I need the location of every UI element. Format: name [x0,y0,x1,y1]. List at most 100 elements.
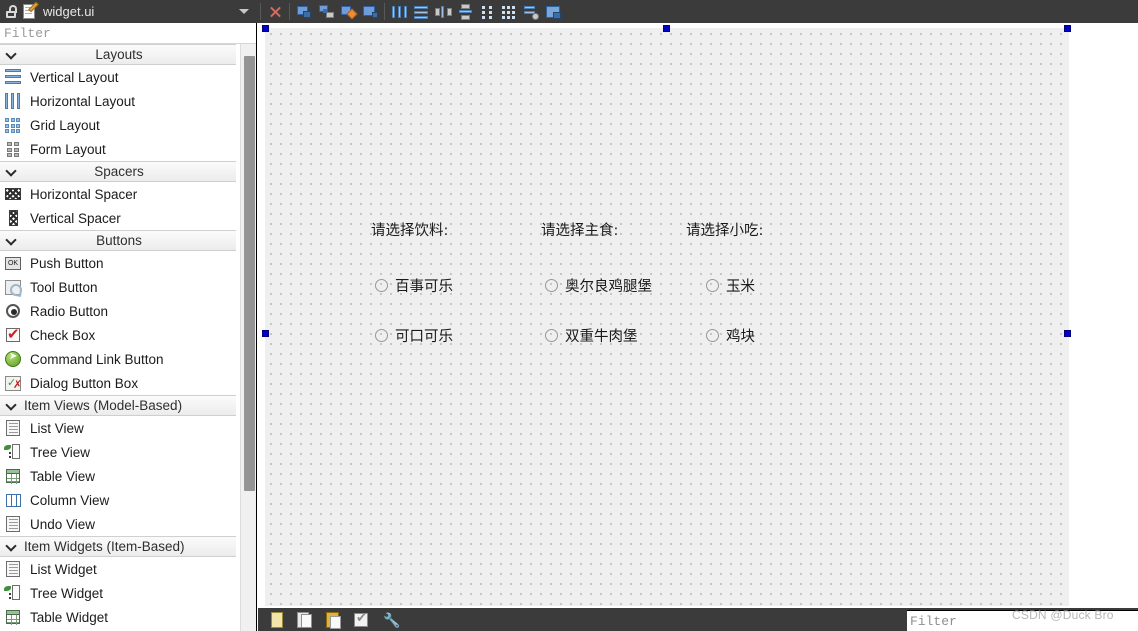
layout-splitter-vertical-button[interactable] [454,1,476,22]
edit-signals-slots-button[interactable] [315,1,337,22]
horizontal-layout-icon [4,92,22,110]
dialog-button-box-icon: ✓✗ [4,374,22,392]
widget-item-form-layout[interactable]: Form Layout [0,137,236,161]
radio-button-icon[interactable] [706,279,719,292]
radio-option-staple-2[interactable]: 双重牛肉堡 [545,325,638,346]
form-widget[interactable]: 请选择饮料: 百事可乐 可口可乐 请选择主食: 奥尔良鸡腿堡 双重牛肉堡 请选择… [265,28,1069,606]
widget-item-label: Check Box [30,328,95,343]
close-button[interactable] [264,1,286,22]
category-layouts[interactable]: Layouts [0,44,236,65]
widget-box-scrollbar[interactable] [240,44,257,631]
settings-button[interactable]: 🔧 [380,611,398,629]
widget-item-undo-view[interactable]: Undo View [0,512,236,536]
widget-item-tree-widget[interactable]: Tree Widget [0,581,236,605]
widget-item-label: Horizontal Layout [30,94,135,109]
widget-item-label: Table Widget [30,610,108,625]
widget-item-grid-layout[interactable]: Grid Layout [0,113,236,137]
widget-item-push-button[interactable]: OK Push Button [0,251,236,275]
widget-item-tool-button[interactable]: Tool Button [0,275,236,299]
widget-item-table-widget[interactable]: Table Widget [0,605,236,629]
layout-horizontally-button[interactable] [388,1,410,22]
scrollbar-thumb[interactable] [244,56,255,491]
selection-handle-top-center[interactable] [663,25,670,32]
radio-option-snacks-2[interactable]: 鸡块 [706,325,755,346]
radio-option-snacks-1[interactable]: 玉米 [706,275,755,296]
category-buttons[interactable]: Buttons [0,230,236,251]
widget-item-check-box[interactable]: Check Box [0,323,236,347]
selection-handle-right-middle[interactable] [1064,330,1071,337]
property-filter-input[interactable]: Filter [910,614,957,629]
widget-item-dialog-button-box[interactable]: ✓✗ Dialog Button Box [0,371,236,395]
paste-icon [326,612,339,628]
chevron-down-icon[interactable] [239,9,249,14]
radio-button-icon[interactable] [375,279,388,292]
document-tab[interactable]: widget.ui [0,0,257,23]
selection-handle-right-top[interactable] [1064,25,1071,32]
widget-list[interactable]: Layouts Vertical Layout Horizontal Layou… [0,44,257,631]
radio-label: 可口可乐 [395,325,453,346]
widget-item-horizontal-layout[interactable]: Horizontal Layout [0,89,236,113]
layout-vertically-button[interactable] [410,1,432,22]
category-item-widgets[interactable]: Item Widgets (Item-Based) [0,536,236,557]
tab-order-icon [362,4,379,20]
selection-handle-top-left[interactable] [262,25,269,32]
widget-item-label: List Widget [30,562,97,577]
radio-button-icon[interactable] [545,329,558,342]
radio-button-icon[interactable] [545,279,558,292]
category-label: Spacers [22,164,236,179]
category-label: Item Views (Model-Based) [22,398,236,413]
adjust-size-icon [545,4,562,20]
radio-label: 双重牛肉堡 [565,325,638,346]
radio-option-drinks-1[interactable]: 百事可乐 [375,275,453,296]
widget-item-list-widget[interactable]: List Widget [0,557,236,581]
selection-handle-left-middle[interactable] [262,330,269,337]
widget-item-list-view[interactable]: List View [0,416,236,440]
category-item-views[interactable]: Item Views (Model-Based) [0,395,236,416]
paste-button[interactable] [324,611,342,629]
radio-option-drinks-2[interactable]: 可口可乐 [375,325,453,346]
form-canvas[interactable]: 请选择饮料: 百事可乐 可口可乐 请选择主食: 奥尔良鸡腿堡 双重牛肉堡 请选择… [258,23,1138,608]
edit-widgets-button[interactable] [293,1,315,22]
layout-grid-button[interactable] [498,1,520,22]
widget-item-horizontal-spacer[interactable]: Horizontal Spacer [0,182,236,206]
new-file-button[interactable] [268,611,286,629]
widget-item-command-link-button[interactable]: Command Link Button [0,347,236,371]
grid-layout-icon [4,116,22,134]
widget-item-tree-view[interactable]: Tree View [0,440,236,464]
layout-form-button[interactable] [476,1,498,22]
tool-button-icon [4,278,22,296]
widget-item-vertical-spacer[interactable]: Vertical Spacer [0,206,236,230]
widget-item-vertical-layout[interactable]: Vertical Layout [0,65,236,89]
category-spacers[interactable]: Spacers [0,161,236,182]
buddy-icon [340,4,357,20]
radio-button-icon[interactable] [706,329,719,342]
layout-splitter-horizontal-button[interactable] [432,1,454,22]
layout-vertical-icon [413,4,430,20]
new-file-icon [271,612,283,628]
edit-tab-order-button[interactable] [359,1,381,22]
toolbar-separator [289,3,290,20]
widget-item-label: Tree Widget [30,586,103,601]
widget-filter-input[interactable]: Filter [4,26,51,41]
widget-item-column-view[interactable]: Column View [0,488,236,512]
layout-horizontal-icon [391,4,408,20]
splitter-horizontal-icon [435,4,452,20]
widget-filter-row[interactable]: Filter [0,23,256,44]
radio-button-icon [4,302,22,320]
radio-option-staple-1[interactable]: 奥尔良鸡腿堡 [545,275,652,296]
break-layout-button[interactable] [520,1,542,22]
radio-button-icon[interactable] [375,329,388,342]
close-icon [268,5,282,19]
push-button-icon: OK [4,254,22,272]
checkbox-button[interactable] [352,611,370,629]
signals-slots-icon [318,4,335,20]
widget-item-label: Dialog Button Box [30,376,138,391]
widget-item-label: Radio Button [30,304,108,319]
check-box-icon [4,326,22,344]
edit-buddies-button[interactable] [337,1,359,22]
widget-item-label: Tree View [30,445,90,460]
widget-item-table-view[interactable]: Table View [0,464,236,488]
adjust-size-button[interactable] [542,1,564,22]
widget-item-radio-button[interactable]: Radio Button [0,299,236,323]
copy-button[interactable] [296,611,314,629]
